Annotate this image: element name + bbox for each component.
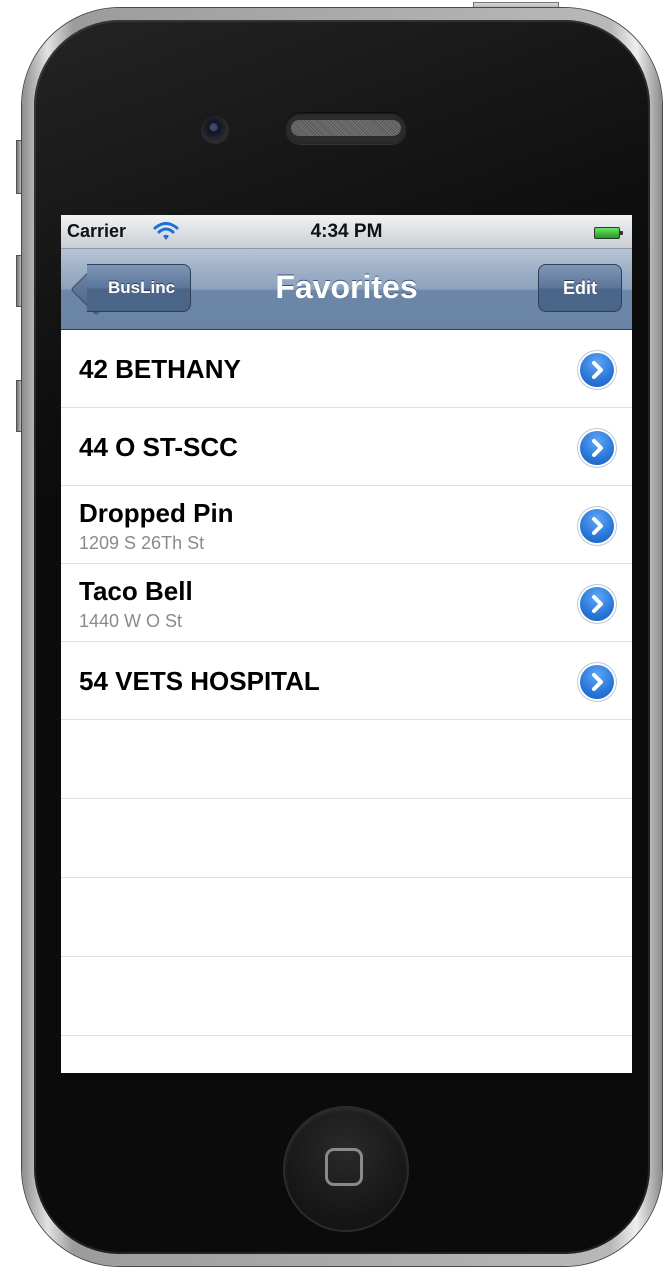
list-item-title: 42 BETHANY (79, 354, 241, 384)
list-item[interactable]: 54 VETS HOSPITAL (61, 642, 632, 720)
list-item-title: 44 O ST-SCC (79, 432, 238, 462)
list-item-title: 54 VETS HOSPITAL (79, 666, 320, 696)
edit-button-label: Edit (563, 277, 597, 298)
navigation-bar: BusLinc Favorites Edit (61, 249, 632, 330)
list-item[interactable]: 42 BETHANY (61, 330, 632, 408)
status-time: 4:34 PM (310, 221, 383, 242)
earpiece-speaker (285, 112, 407, 144)
list-item-subtitle: 1440 W O St (79, 611, 183, 631)
empty-row (61, 878, 632, 957)
list-item[interactable]: 44 O ST-SCC (61, 408, 632, 486)
home-button-icon (325, 1148, 363, 1186)
battery-icon (594, 227, 623, 239)
favorites-list: 42 BETHANY 44 O ST-SCC Dropped Pin 1209 … (61, 330, 632, 1036)
empty-row (61, 720, 632, 799)
list-item[interactable]: Dropped Pin 1209 S 26Th St (61, 486, 632, 564)
front-camera (201, 116, 229, 144)
list-item[interactable]: Taco Bell 1440 W O St (61, 564, 632, 642)
screen: Carrier 4:34 PM BusLinc Favorites Edit 4… (61, 215, 632, 1073)
home-button[interactable] (285, 1108, 407, 1230)
detail-disclosure-icon[interactable] (580, 587, 614, 621)
empty-row (61, 957, 632, 1036)
edit-button[interactable]: Edit (538, 264, 622, 312)
empty-row (61, 799, 632, 878)
list-item-subtitle: 1209 S 26Th St (79, 533, 205, 553)
detail-disclosure-icon[interactable] (580, 509, 614, 543)
list-item-title: Dropped Pin (79, 498, 234, 528)
detail-disclosure-icon[interactable] (580, 353, 614, 387)
list-item-title: Taco Bell (79, 576, 193, 606)
detail-disclosure-icon[interactable] (580, 431, 614, 465)
detail-disclosure-icon[interactable] (580, 665, 614, 699)
status-bar: Carrier 4:34 PM (61, 215, 632, 249)
